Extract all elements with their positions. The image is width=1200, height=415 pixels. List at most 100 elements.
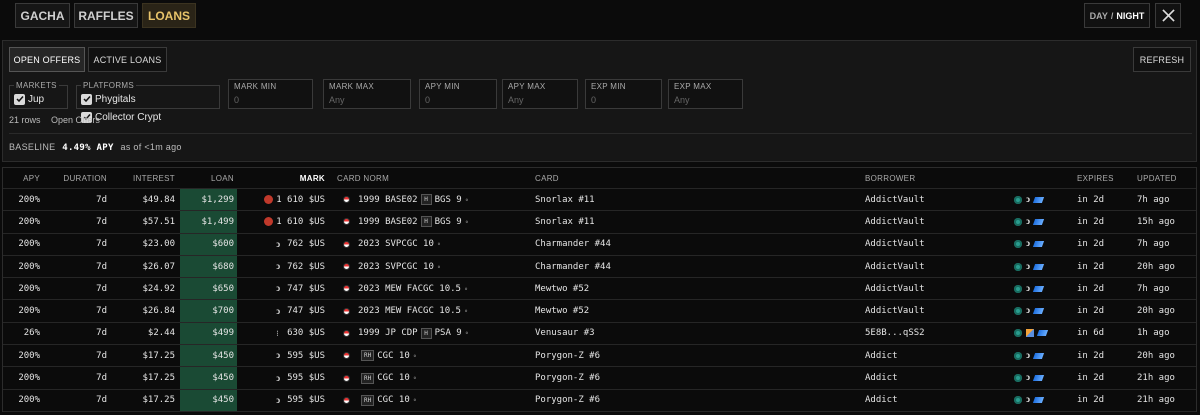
- cell-expires: in 2d: [1077, 283, 1105, 294]
- teal-coin-icon[interactable]: [1014, 351, 1022, 360]
- apy-max-input[interactable]: APY MAX Any: [502, 79, 578, 109]
- header-apy[interactable]: APY: [3, 168, 40, 188]
- platform-phygitals-checkbox[interactable]: Phygitals: [81, 93, 136, 105]
- table-row[interactable]: 200% 7d $26.07 $680 ↄ 762 $US 2023 SVP C…: [3, 255, 1196, 279]
- blue-arrow-icon[interactable]: [1032, 241, 1045, 248]
- cell-platform-icons: ↄ: [1014, 256, 1064, 277]
- header-borrower[interactable]: BORROWER: [865, 168, 1015, 188]
- blue-arrow-icon[interactable]: [1032, 285, 1045, 292]
- cell-card[interactable]: Mewtwo #52: [535, 278, 855, 299]
- blue-arrow-icon[interactable]: [1032, 308, 1045, 315]
- cell-borrower[interactable]: Addict: [865, 367, 1015, 388]
- table-row[interactable]: 200% 7d $17.25 $450 ↄ 595 $US RH CGC 10 …: [3, 367, 1196, 390]
- cell-expires: in 2d: [1077, 216, 1105, 227]
- mark-max-input[interactable]: MARK MAX Any: [323, 79, 411, 109]
- teal-coin-icon[interactable]: [1014, 195, 1022, 204]
- cell-borrower[interactable]: Addict: [865, 390, 1015, 411]
- hook-logo-icon[interactable]: ↄ: [1026, 217, 1030, 226]
- cell-card-norm: 1999 BASE02 H BGS 9 ∘: [337, 189, 527, 210]
- pokeball-icon: [343, 218, 350, 226]
- hook-logo-icon[interactable]: ↄ: [1026, 195, 1030, 204]
- header-card-norm[interactable]: CARD NORM: [337, 168, 527, 188]
- header-card[interactable]: CARD: [535, 168, 855, 188]
- cell-apy: 200%: [18, 350, 40, 361]
- blue-arrow-icon[interactable]: [1032, 397, 1045, 404]
- theme-toggle[interactable]: DAY / NIGHT: [1084, 3, 1150, 28]
- cell-card[interactable]: Porygon-Z #6: [535, 345, 855, 366]
- table-row[interactable]: 26% 7d $2.44 $499 ⁝ 630 $US 1999 JP CDP …: [3, 322, 1196, 346]
- table-row[interactable]: 200% 7d $17.25 $450 ↄ 595 $US RH CGC 10 …: [3, 389, 1196, 412]
- tab-active-loans[interactable]: ACTIVE LOANS: [88, 47, 167, 72]
- header-updated[interactable]: UPDATED: [1137, 168, 1197, 188]
- cell-loan: $1,299: [180, 189, 237, 211]
- cell-card[interactable]: Snorlax #11: [535, 211, 855, 232]
- graded-dot-icon: ∘: [412, 396, 417, 405]
- cell-card[interactable]: Venusaur #3: [535, 323, 855, 344]
- blue-arrow-icon[interactable]: [1032, 263, 1045, 270]
- hook-logo-icon[interactable]: ↄ: [1026, 396, 1030, 405]
- exp-min-input[interactable]: EXP MIN 0: [585, 79, 662, 109]
- tab-raffles[interactable]: RAFFLES: [74, 3, 138, 28]
- cube-icon[interactable]: [1026, 329, 1034, 338]
- teal-coin-icon[interactable]: [1014, 217, 1022, 226]
- table-row[interactable]: 200% 7d $57.51 $1,499 1 610 $US 1999 BAS…: [3, 211, 1196, 234]
- teal-coin-icon[interactable]: [1014, 284, 1022, 293]
- cell-borrower[interactable]: AddictVault: [865, 211, 1015, 232]
- cell-borrower[interactable]: AddictVault: [865, 278, 1015, 299]
- teal-coin-icon[interactable]: [1014, 396, 1022, 405]
- teal-coin-icon[interactable]: [1014, 329, 1022, 338]
- cell-loan: $499: [180, 322, 237, 345]
- hook-logo-icon[interactable]: ↄ: [1026, 240, 1030, 249]
- table-row[interactable]: 200% 7d $23.00 $600 ↄ 762 $US 2023 SVP C…: [3, 233, 1196, 256]
- cell-card[interactable]: Porygon-Z #6: [535, 390, 855, 411]
- markets-group: MARKETS Jup: [9, 81, 68, 109]
- cell-borrower[interactable]: AddictVault: [865, 234, 1015, 255]
- mark-min-input[interactable]: MARK MIN 0: [228, 79, 313, 109]
- blue-arrow-icon[interactable]: [1032, 196, 1045, 203]
- header-mark[interactable]: MARK: [243, 168, 325, 188]
- market-jup-checkbox[interactable]: Jup: [14, 93, 44, 105]
- table-row[interactable]: 200% 7d $26.84 $700 ↄ 747 $US 2023 MEW F…: [3, 300, 1196, 323]
- refresh-button[interactable]: REFRESH: [1133, 47, 1191, 72]
- cell-borrower[interactable]: AddictVault: [865, 300, 1015, 321]
- cell-borrower[interactable]: 5E8B...qSS2: [865, 323, 1015, 344]
- x-social-button[interactable]: [1155, 3, 1181, 28]
- teal-coin-icon[interactable]: [1014, 307, 1022, 316]
- cell-card[interactable]: Snorlax #11: [535, 189, 855, 210]
- cell-platform-icons: ↄ: [1014, 234, 1064, 255]
- cell-platform-icons: [1014, 323, 1064, 344]
- blue-arrow-icon[interactable]: [1032, 352, 1045, 359]
- table-row[interactable]: 200% 7d $17.25 $450 ↄ 595 $US RH CGC 10 …: [3, 345, 1196, 368]
- blue-arrow-icon[interactable]: [1032, 375, 1045, 382]
- header-interest[interactable]: INTEREST: [111, 168, 175, 188]
- apy-min-input[interactable]: APY MIN 0: [419, 79, 497, 109]
- cell-borrower[interactable]: AddictVault: [865, 256, 1015, 277]
- exp-max-input[interactable]: EXP MAX Any: [668, 79, 743, 109]
- teal-coin-icon[interactable]: [1014, 240, 1022, 249]
- blue-arrow-icon[interactable]: [1032, 218, 1045, 225]
- teal-coin-icon[interactable]: [1014, 374, 1022, 383]
- tab-loans[interactable]: LOANS: [142, 3, 196, 28]
- hook-logo-icon[interactable]: ↄ: [1026, 262, 1030, 271]
- teal-coin-icon[interactable]: [1014, 262, 1022, 271]
- tab-open-offers[interactable]: OPEN OFFERS: [9, 47, 85, 72]
- cell-card[interactable]: Charmander #44: [535, 256, 855, 277]
- header-expires[interactable]: EXPIRES: [1077, 168, 1127, 188]
- baseline-asof: as of <1m ago: [120, 142, 182, 152]
- blue-arrow-icon[interactable]: [1036, 330, 1049, 337]
- tab-gacha[interactable]: GACHA: [15, 3, 70, 28]
- hook-logo-icon[interactable]: ↄ: [1026, 374, 1030, 383]
- table-row[interactable]: 200% 7d $49.84 $1,299 1 610 $US 1999 BAS…: [3, 189, 1196, 212]
- hook-logo-icon[interactable]: ↄ: [1026, 284, 1030, 293]
- table-row[interactable]: 200% 7d $24.92 $650 ↄ 747 $US 2023 MEW F…: [3, 278, 1196, 301]
- cell-borrower[interactable]: AddictVault: [865, 189, 1015, 210]
- header-duration[interactable]: DURATION: [43, 168, 107, 188]
- cell-card[interactable]: Charmander #44: [535, 234, 855, 255]
- cell-card[interactable]: Mewtwo #52: [535, 300, 855, 321]
- cell-borrower[interactable]: Addict: [865, 345, 1015, 366]
- header-loan[interactable]: LOAN: [180, 168, 237, 188]
- cell-card-norm: RH CGC 10 ∘: [337, 367, 527, 388]
- hook-logo-icon[interactable]: ↄ: [1026, 307, 1030, 316]
- cell-card[interactable]: Porygon-Z #6: [535, 367, 855, 388]
- hook-logo-icon[interactable]: ↄ: [1026, 351, 1030, 360]
